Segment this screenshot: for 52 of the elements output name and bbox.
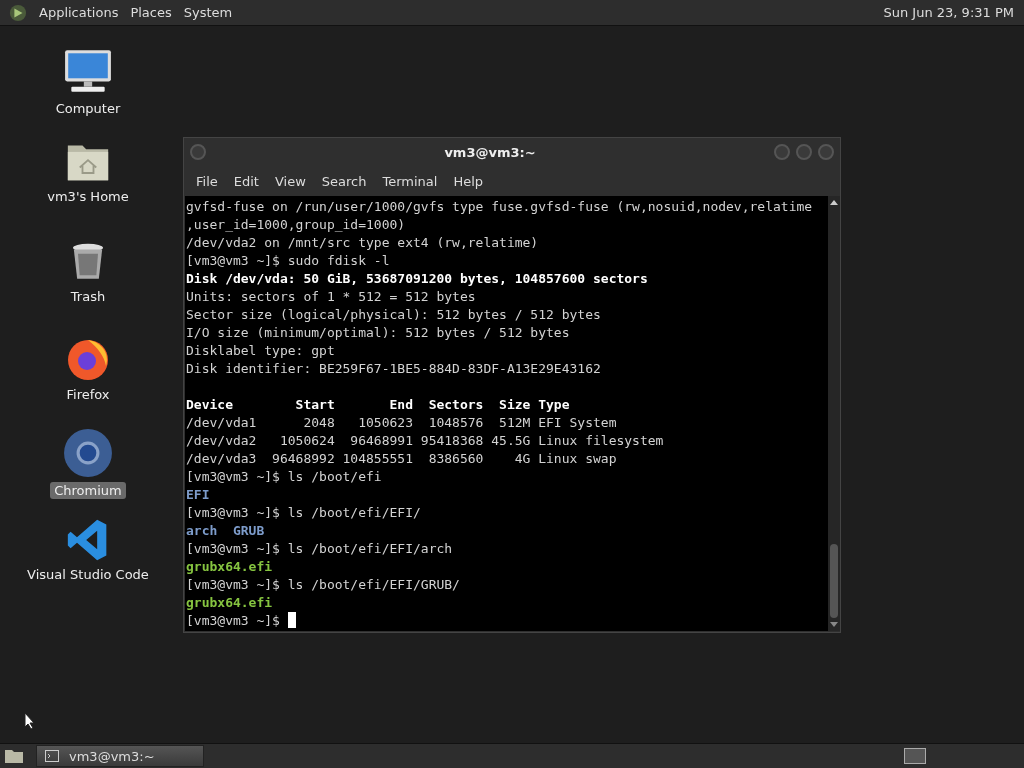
terminal-line: Disk /dev/vda: 50 GiB, 53687091200 bytes, 104857600 sectors	[186, 271, 648, 286]
chromium-icon[interactable]	[63, 428, 113, 478]
clock[interactable]: Sun Jun 23, 9:31 PM	[883, 5, 1018, 20]
menu-item[interactable]: Search	[313, 173, 375, 189]
desktop-icon-label[interactable]: Firefox	[62, 386, 114, 403]
panel-menu[interactable]: Places	[124, 5, 178, 20]
panel-menu[interactable]: Applications	[33, 5, 125, 20]
desktop-icon-label[interactable]: Computer	[51, 100, 125, 117]
window-title: vm3@vm3:~	[443, 144, 537, 160]
terminal-line: grubx64.efi	[186, 595, 273, 610]
terminal-icon	[45, 750, 59, 762]
terminal-line: Sector size (logical/physical): 512 bytes / 512 bytes	[186, 307, 601, 322]
menu-item[interactable]: Edit	[225, 173, 267, 189]
terminal-line: arch GRUB	[186, 523, 265, 538]
terminal-line: [vm3@vm3 ~]$ sudo fdisk -l	[186, 253, 390, 268]
desktop-icon-label[interactable]: Chromium	[50, 482, 126, 499]
terminal-line: grubx64.efi	[186, 559, 273, 574]
terminal-line: /dev/vda2 on /mnt/src type ext4 (rw,relatime)	[186, 235, 539, 250]
menu-item[interactable]: Terminal	[374, 173, 446, 189]
terminal-line: EFI	[186, 487, 210, 502]
terminal-line: [vm3@vm3 ~]$ ls /boot/efi	[186, 469, 382, 484]
scroll-down-icon[interactable]	[830, 622, 838, 627]
terminal-line: Units: sectors of 1 * 512 = 512 bytes	[186, 289, 476, 304]
panel-menu[interactable]: System	[177, 5, 239, 20]
terminal-line: I/O size (minimum/optimal): 512 bytes / 512 bytes	[186, 325, 570, 340]
terminal-line: Device Start End Sectors Size Type	[186, 397, 570, 412]
mouse-pointer-icon	[24, 712, 36, 730]
terminal-line: [vm3@vm3 ~]$ ls /boot/efi/EFI/	[186, 505, 421, 520]
terminal-line: Disklabel type: gpt	[186, 343, 335, 358]
terminal-line: Disk identifier: BE259F67-1BE5-884D-83DF-A13E29E43162	[186, 361, 601, 376]
terminal-line: /dev/vda3 96468992 104855551 8386560 4G Linux swap	[186, 451, 617, 466]
workspace-switcher[interactable]	[904, 748, 926, 764]
terminal-line: [vm3@vm3 ~]$	[186, 613, 281, 628]
scrollbar-thumb[interactable]	[830, 544, 838, 618]
menu-item[interactable]: File	[188, 173, 226, 189]
show-desktop-icon[interactable]	[4, 748, 24, 764]
text-cursor	[287, 612, 296, 628]
terminal-line: ,user_id=1000,group_id=1000)	[186, 217, 406, 232]
terminal-line: [vm3@vm3 ~]$ ls /boot/efi/EFI/arch	[186, 541, 453, 556]
taskbar-button[interactable]: vm3@vm3:~	[36, 745, 204, 767]
desktop-icon-label[interactable]: Trash	[66, 288, 110, 305]
scrollbar[interactable]	[828, 196, 840, 631]
terminal-line: /dev/vda1 2048 1050623 1048576 512M EFI System	[186, 415, 617, 430]
menu-item[interactable]: Help	[445, 173, 492, 189]
menu-item[interactable]: View	[266, 173, 314, 189]
desktop-icon-label[interactable]: vm3's Home	[43, 188, 133, 205]
scroll-up-icon[interactable]	[830, 200, 838, 205]
menu-logo-icon[interactable]	[9, 3, 27, 22]
terminal-line: [vm3@vm3 ~]$ ls /boot/efi/EFI/GRUB/	[186, 577, 460, 592]
terminal-line: gvfsd-fuse on /run/user/1000/gvfs type fuse.gvfsd-fuse (rw,nosuid,nodev,relatime	[186, 199, 813, 214]
terminal-line: /dev/vda2 1050624 96468991 95418368 45.5G Linux filesystem	[186, 433, 664, 448]
desktop-icon-label[interactable]: Visual Studio Code	[23, 566, 153, 583]
